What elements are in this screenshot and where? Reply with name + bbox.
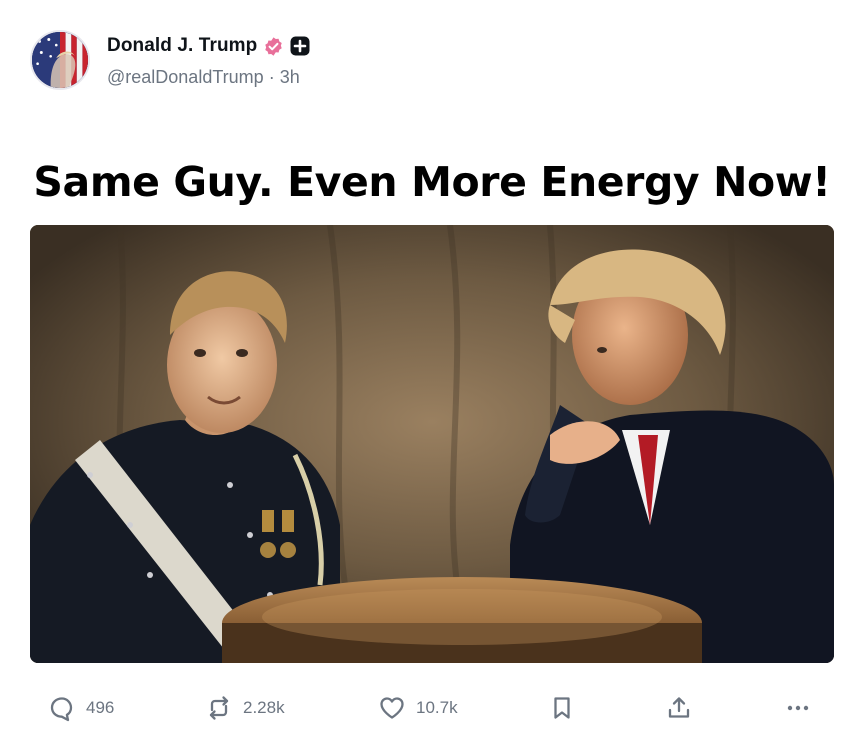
repost-icon [205,694,233,722]
post-header: Donald J. Trump @realDonaldTrump · 3h [30,30,530,92]
avatar-image [32,32,88,88]
reply-count: 496 [86,698,115,717]
more-options-button[interactable] [784,688,812,728]
avatar[interactable] [30,30,90,90]
author-name-row: Donald J. Trump [107,32,310,60]
more-icon [784,694,812,722]
author-display-name[interactable]: Donald J. Trump [107,35,257,57]
repost-count: 2.28k [243,698,285,717]
post-actions-bar: 496 2.28k 10.7k [0,688,864,732]
post-timestamp[interactable]: 3h [280,67,300,87]
heart-icon [378,694,406,722]
post-image-illustration [30,225,834,663]
bookmark-icon [548,694,576,722]
plus-badge-icon [290,36,310,56]
post-image[interactable] [30,225,834,663]
author-handle-row: @realDonaldTrump · 3h [107,67,300,88]
reply-icon [48,694,76,722]
like-count: 10.7k [416,698,458,717]
bookmark-button[interactable] [548,688,576,728]
verified-badge-icon [263,36,284,57]
post-headline: Same Guy. Even More Energy Now! [33,158,831,206]
share-icon [665,694,693,722]
share-button[interactable] [665,688,693,728]
reply-button[interactable]: 496 [48,688,114,728]
author-handle[interactable]: @realDonaldTrump [107,67,264,87]
repost-button[interactable]: 2.28k [205,688,285,728]
separator-dot: · [268,67,280,87]
post-card: Donald J. Trump @realDonaldTrump · 3h Sa… [0,0,864,742]
like-button[interactable]: 10.7k [378,688,458,728]
